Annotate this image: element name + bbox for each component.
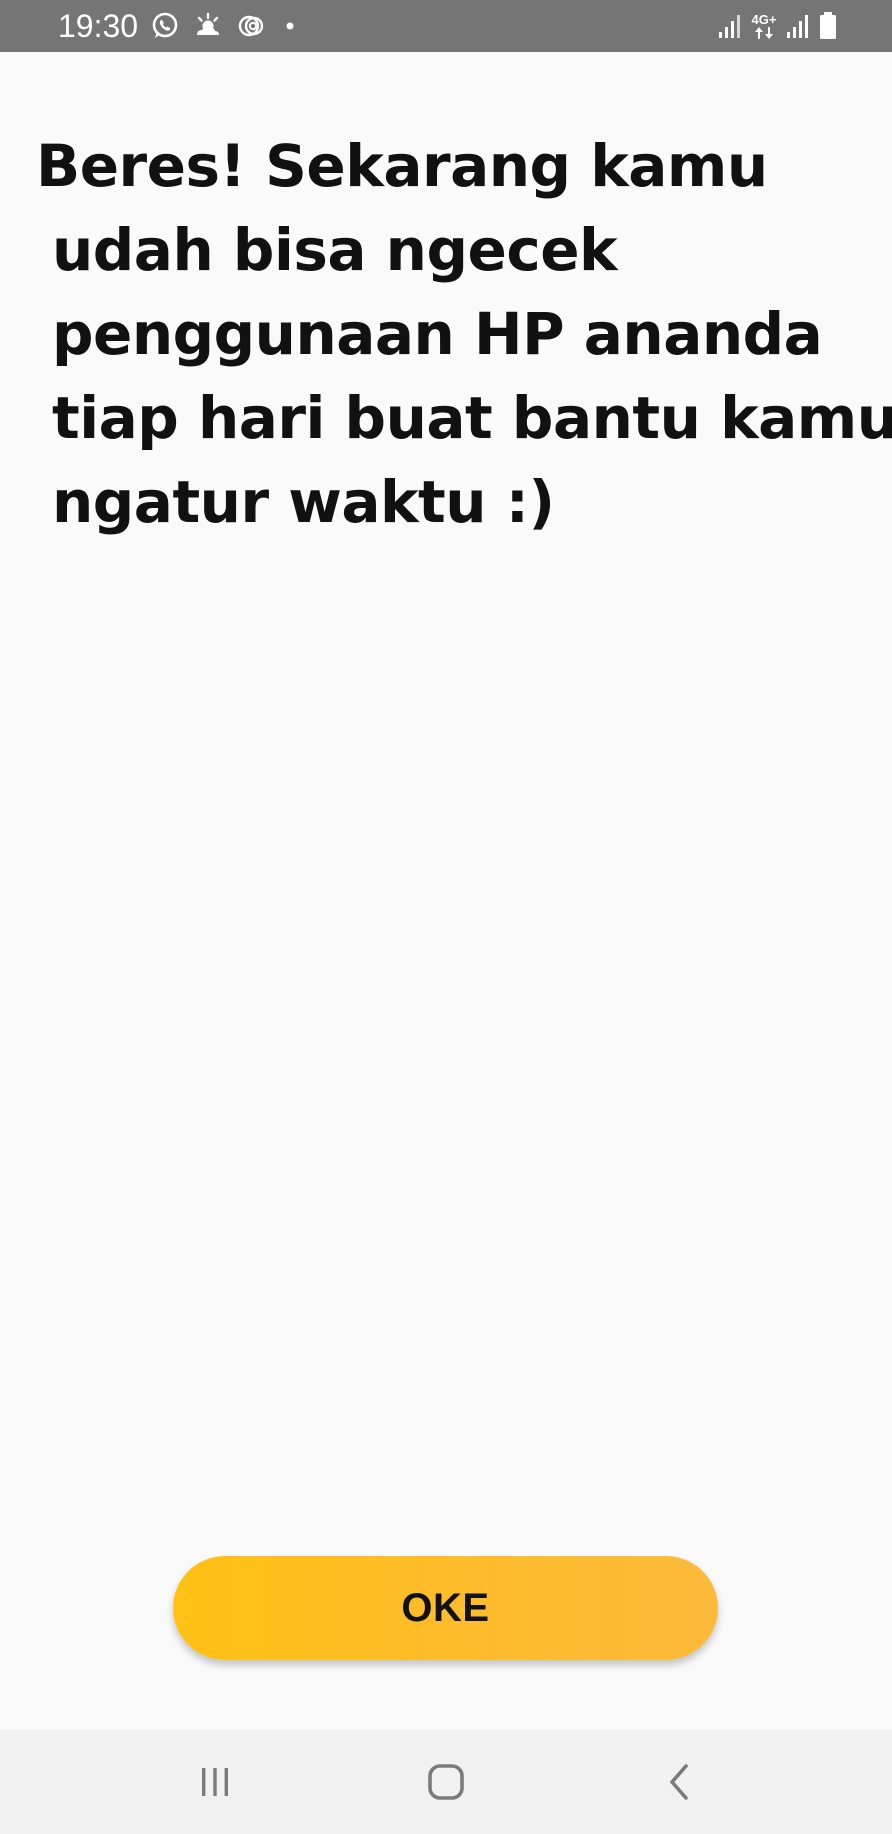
status-bar: 19:30 4G+ — [0, 0, 892, 52]
back-button[interactable] — [644, 1752, 714, 1812]
battery-icon — [820, 12, 836, 39]
weather-sun-cloud-icon — [197, 12, 219, 35]
network-label: 4G+ — [751, 11, 777, 27]
back-icon — [670, 1764, 688, 1800]
status-right-icons: 4G+ — [718, 10, 838, 42]
message-line: udah bisa ngecek — [52, 216, 618, 284]
navigation-bar — [0, 1730, 892, 1834]
home-button[interactable] — [411, 1752, 481, 1812]
status-time: 19:30 — [58, 8, 139, 44]
screen: 19:30 4G+ Beres! Sekarang kamu udah bisa… — [0, 0, 892, 1834]
sync-circles-icon — [238, 15, 264, 37]
home-icon — [428, 1764, 464, 1800]
data-arrows-icon — [755, 26, 773, 39]
status-left-icons — [150, 10, 300, 42]
message-line: tiap hari buat bantu kamu — [52, 384, 892, 452]
recent-apps-icon — [202, 1768, 228, 1796]
signal-icon — [719, 15, 740, 38]
success-message: Beres! Sekarang kamu udah bisa ngecek pe… — [36, 124, 892, 544]
message-line: ngatur waktu :) — [52, 468, 555, 536]
notification-dot-icon — [286, 22, 294, 30]
oke-button-label: OKE — [401, 1585, 490, 1630]
network-indicator: 4G+ — [750, 13, 778, 40]
message-line: penggunaan HP ananda — [52, 300, 823, 368]
recent-apps-button[interactable] — [180, 1752, 250, 1812]
whatsapp-icon — [152, 12, 178, 38]
message-line: Beres! Sekarang kamu — [36, 132, 768, 200]
signal-icon — [787, 15, 808, 38]
oke-button[interactable]: OKE — [173, 1556, 718, 1660]
